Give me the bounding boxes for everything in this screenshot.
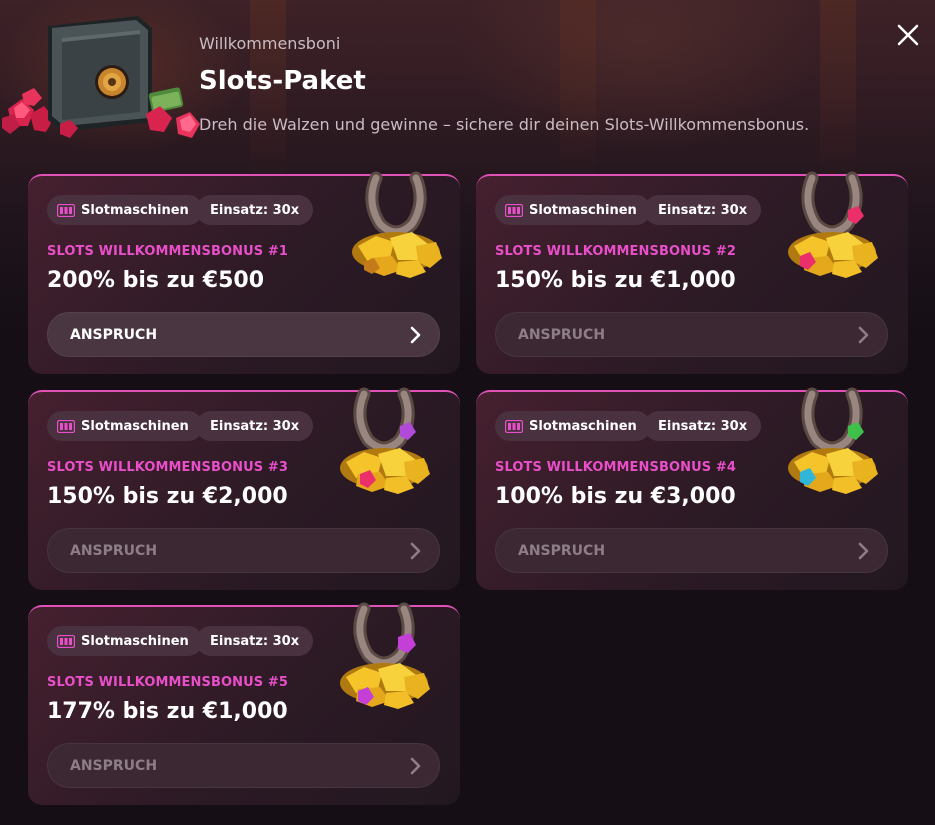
horseshoe-coins-illustration — [340, 387, 430, 494]
bonus-label: SLOTS WILLKOMMENSBONUS #3 — [47, 460, 288, 475]
category-tag-label: Slotmaschinen — [81, 633, 189, 649]
slot-machine-icon — [57, 634, 75, 648]
wager-tag: Einsatz: 30x — [196, 411, 314, 441]
slot-machine-icon — [57, 419, 75, 433]
bonus-label: SLOTS WILLKOMMENSBONUS #4 — [495, 460, 736, 475]
bonus-amount: 150% bis zu €1,000 — [495, 268, 736, 293]
horseshoe-coins-illustration — [788, 387, 878, 494]
claim-button-label: ANSPRUCH — [70, 542, 158, 559]
bonus-amount: 177% bis zu €1,000 — [47, 699, 288, 724]
page-title: Slots-Paket — [199, 66, 366, 96]
claim-button-label: ANSPRUCH — [70, 757, 158, 774]
header-description: Dreh die Walzen und gewinne – sichere di… — [199, 115, 810, 134]
horseshoe-coins-illustration — [340, 602, 430, 709]
bonus-amount: 150% bis zu €2,000 — [47, 484, 288, 509]
category-tag: Slotmaschinen — [47, 411, 203, 441]
bonus-card-1: Slotmaschinen Einsatz: 30x SLOTS WILLKOM… — [28, 171, 460, 374]
bonus-label: SLOTS WILLKOMMENSBONUS #2 — [495, 244, 736, 259]
claim-button-label: ANSPRUCH — [518, 326, 606, 343]
chevron-right-icon — [858, 542, 869, 560]
close-icon[interactable] — [893, 20, 923, 50]
category-tag: Slotmaschinen — [495, 411, 651, 441]
chevron-right-icon — [410, 326, 421, 344]
category-tag-label: Slotmaschinen — [81, 418, 189, 434]
category-tag: Slotmaschinen — [47, 626, 203, 656]
slot-machine-icon — [505, 203, 523, 217]
chevron-right-icon — [858, 326, 869, 344]
safe-illustration — [2, 16, 200, 138]
category-tag-label: Slotmaschinen — [529, 418, 637, 434]
bonus-amount: 200% bis zu €500 — [47, 268, 265, 293]
claim-button-label: ANSPRUCH — [518, 542, 606, 559]
bonus-header: Willkommensboni Slots-Paket Dreh die Wal… — [0, 0, 935, 170]
horseshoe-coins-illustration — [788, 171, 878, 278]
wager-tag: Einsatz: 30x — [644, 195, 762, 225]
claim-button[interactable]: ANSPRUCH — [495, 528, 888, 573]
header-subtitle: Willkommensboni — [199, 34, 341, 53]
bonus-amount: 100% bis zu €3,000 — [495, 484, 736, 509]
horseshoe-coins-illustration — [352, 171, 442, 278]
wager-tag: Einsatz: 30x — [196, 626, 314, 656]
claim-button[interactable]: ANSPRUCH — [47, 312, 440, 357]
bonus-label: SLOTS WILLKOMMENSBONUS #5 — [47, 675, 288, 690]
claim-button[interactable]: ANSPRUCH — [47, 743, 440, 788]
wager-tag: Einsatz: 30x — [196, 195, 314, 225]
category-tag: Slotmaschinen — [495, 195, 651, 225]
category-tag-label: Slotmaschinen — [81, 202, 189, 218]
bonus-label: SLOTS WILLKOMMENSBONUS #1 — [47, 244, 288, 259]
slot-machine-icon — [505, 419, 523, 433]
claim-button-label: ANSPRUCH — [70, 326, 158, 343]
category-tag-label: Slotmaschinen — [529, 202, 637, 218]
category-tag: Slotmaschinen — [47, 195, 203, 225]
bonus-card-2: Slotmaschinen Einsatz: 30x SLOTS WILLKOM… — [476, 171, 908, 374]
bonus-card-4: Slotmaschinen Einsatz: 30x SLOTS WILLKOM… — [476, 387, 908, 590]
chevron-right-icon — [410, 542, 421, 560]
claim-button[interactable]: ANSPRUCH — [47, 528, 440, 573]
bonus-card-5: Slotmaschinen Einsatz: 30x SLOTS WILLKOM… — [28, 602, 460, 805]
bonus-card-3: Slotmaschinen Einsatz: 30x SLOTS WILLKOM… — [28, 387, 460, 590]
slot-machine-icon — [57, 203, 75, 217]
wager-tag: Einsatz: 30x — [644, 411, 762, 441]
chevron-right-icon — [410, 757, 421, 775]
claim-button[interactable]: ANSPRUCH — [495, 312, 888, 357]
